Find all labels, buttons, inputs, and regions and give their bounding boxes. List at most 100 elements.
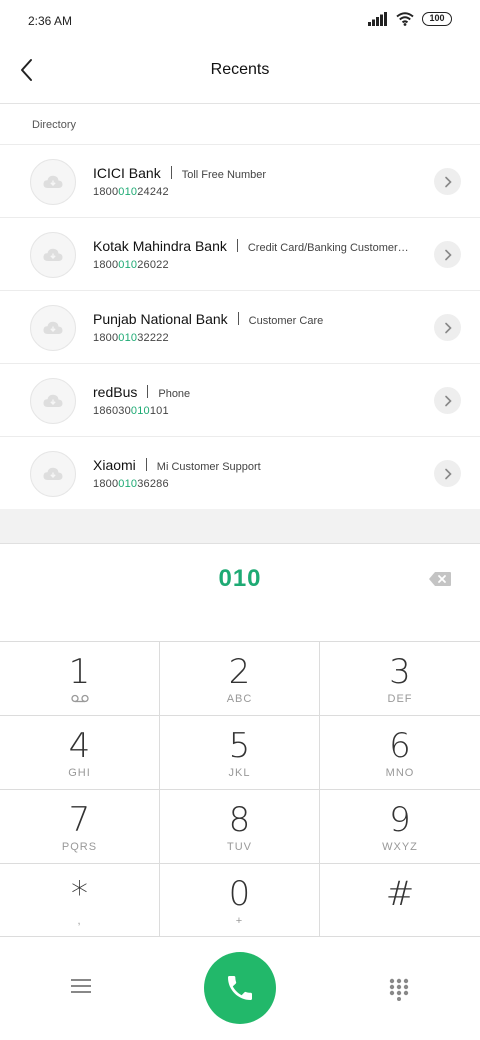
avatar xyxy=(30,378,76,424)
key-digit: 3 xyxy=(389,652,411,692)
cloud-icon xyxy=(43,394,63,407)
key-digit: * xyxy=(71,874,88,914)
number-match: 010 xyxy=(130,405,150,417)
bottom-bar xyxy=(0,937,480,1040)
key-5[interactable]: 5 JKL xyxy=(160,716,320,790)
key-letters: JKL xyxy=(228,767,251,779)
contact-number: 180001026022 xyxy=(93,259,169,271)
key-letters: MNO xyxy=(385,767,415,779)
list-item[interactable]: ICICI Bank Toll Free Number 180001024242 xyxy=(0,144,480,217)
list-item[interactable]: Kotak Mahindra Bank Credit Card/Banking C… xyxy=(0,217,480,290)
item-title: Punjab National Bank Customer Care xyxy=(93,311,323,327)
status-icons: 100 xyxy=(368,12,452,26)
key-1[interactable]: 1 xyxy=(0,642,160,716)
contact-number: 186030010101 xyxy=(93,405,169,417)
backspace-icon xyxy=(429,572,451,586)
keypad-icon xyxy=(389,978,409,1001)
key-6[interactable]: 6 MNO xyxy=(320,716,480,790)
wifi-icon xyxy=(396,12,414,26)
chevron-right-icon xyxy=(444,176,452,187)
key-digit: 2 xyxy=(228,652,251,692)
dial-pad: 1 2 ABC 3 DEF 4 GHI 5 JKL 6 MNO 7 PQRS 8… xyxy=(0,642,480,937)
call-button[interactable] xyxy=(204,952,276,1024)
avatar xyxy=(30,451,76,497)
number-prefix: 1800 xyxy=(93,259,119,271)
key-digit: 5 xyxy=(228,726,251,766)
key-3[interactable]: 3 DEF xyxy=(320,642,480,716)
number-prefix: 186030 xyxy=(93,405,131,417)
directory-label: Directory xyxy=(32,119,77,131)
number-suffix: 101 xyxy=(149,405,169,417)
key-0[interactable]: 0 + xyxy=(160,864,320,937)
phone-icon xyxy=(228,976,252,1000)
key-hash[interactable]: # xyxy=(320,864,480,937)
number-suffix: 36286 xyxy=(137,478,169,490)
contact-description: Toll Free Number xyxy=(181,169,267,181)
item-title: Xiaomi Mi Customer Support xyxy=(93,457,261,473)
list-item[interactable]: redBus Phone 186030010101 xyxy=(0,363,480,436)
details-button[interactable] xyxy=(434,387,461,414)
battery-icon: 100 xyxy=(422,12,452,26)
key-digit: 4 xyxy=(68,726,91,766)
cloud-icon xyxy=(43,175,63,188)
contact-number: 180001036286 xyxy=(93,478,169,490)
header: Recents xyxy=(0,42,480,104)
voicemail-icon xyxy=(71,694,89,703)
contact-description: Mi Customer Support xyxy=(156,461,261,473)
key-4[interactable]: 4 GHI xyxy=(0,716,160,790)
contact-description: Credit Card/Banking Customer… xyxy=(247,242,409,254)
key-digit: 9 xyxy=(389,800,411,840)
contact-name: Kotak Mahindra Bank xyxy=(93,238,227,254)
menu-button[interactable] xyxy=(70,977,92,995)
number-match: 010 xyxy=(118,478,138,490)
contact-description: Customer Care xyxy=(248,315,324,327)
key-digit: 7 xyxy=(68,800,91,840)
number-suffix: 32222 xyxy=(137,332,169,344)
key-letters: PQRS xyxy=(61,841,98,853)
contact-name: Punjab National Bank xyxy=(93,311,228,327)
key-letters: + xyxy=(235,915,244,927)
dialed-number: 010 xyxy=(218,565,262,592)
contact-number: 180001024242 xyxy=(93,186,169,198)
key-7[interactable]: 7 PQRS xyxy=(0,790,160,864)
cloud-icon xyxy=(43,248,63,261)
details-button[interactable] xyxy=(434,241,461,268)
keypad-toggle-button[interactable] xyxy=(388,977,410,1001)
directory-list: ICICI Bank Toll Free Number 180001024242 … xyxy=(0,144,480,509)
key-letters: GHI xyxy=(68,767,91,779)
avatar xyxy=(30,232,76,278)
divider xyxy=(237,312,239,325)
key-letters: WXYZ xyxy=(382,841,418,853)
avatar xyxy=(30,159,76,205)
contact-number: 180001032222 xyxy=(93,332,169,344)
backspace-button[interactable] xyxy=(428,571,452,587)
chevron-right-icon xyxy=(444,249,452,260)
key-digit: 6 xyxy=(389,726,411,766)
key-letters: ABC xyxy=(226,693,253,705)
key-9[interactable]: 9 WXYZ xyxy=(320,790,480,864)
status-bar: 2:36 AM 100 xyxy=(0,0,480,42)
number-match: 010 xyxy=(118,332,138,344)
section-divider xyxy=(0,509,480,544)
key-star[interactable]: * , xyxy=(0,864,160,937)
item-title: redBus Phone xyxy=(93,384,190,400)
avatar xyxy=(30,305,76,351)
key-8[interactable]: 8 TUV xyxy=(160,790,320,864)
cloud-icon xyxy=(43,321,63,334)
key-2[interactable]: 2 ABC xyxy=(160,642,320,716)
item-title: ICICI Bank Toll Free Number xyxy=(93,165,266,181)
list-item[interactable]: Punjab National Bank Customer Care 180001… xyxy=(0,290,480,363)
divider xyxy=(236,239,238,252)
details-button[interactable] xyxy=(434,314,461,341)
details-button[interactable] xyxy=(434,460,461,487)
chevron-right-icon xyxy=(444,322,452,333)
number-match: 010 xyxy=(118,259,138,271)
cloud-icon xyxy=(43,467,63,480)
list-item[interactable]: Xiaomi Mi Customer Support 180001036286 xyxy=(0,436,480,509)
key-digit: 0 xyxy=(228,874,251,914)
divider xyxy=(145,458,147,471)
chevron-right-icon xyxy=(444,468,452,479)
number-suffix: 24242 xyxy=(137,186,169,198)
status-time: 2:36 AM xyxy=(28,14,73,28)
details-button[interactable] xyxy=(434,168,461,195)
